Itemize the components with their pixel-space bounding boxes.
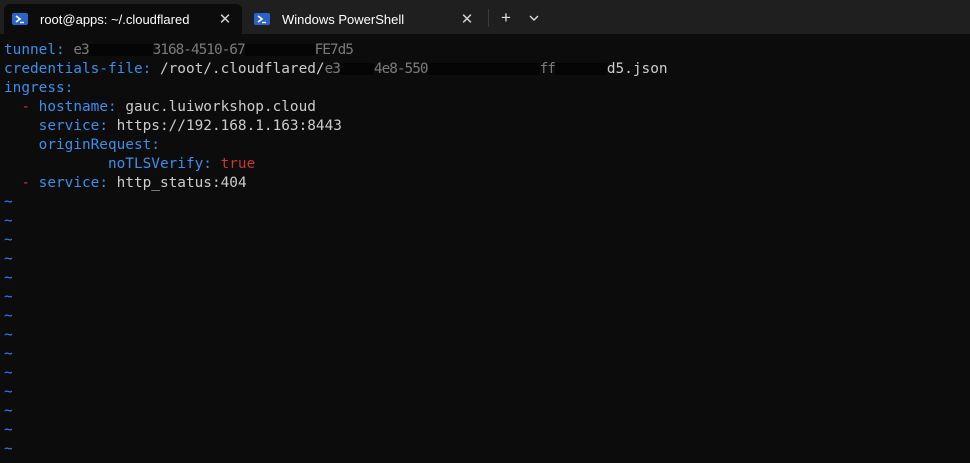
redaction-mark (339, 63, 374, 75)
line-tunnel: tunnel: e3 3168-4510-67 FE7d5 (4, 42, 354, 58)
empty-line-tilde: ~ (4, 232, 13, 248)
empty-line-tilde: ~ (4, 213, 13, 229)
empty-line-tilde: ~ (4, 403, 13, 419)
powershell-icon (254, 13, 270, 25)
line-ingress: ingress: (4, 80, 74, 96)
tab-divider (488, 9, 489, 27)
tab-root-cloudflared[interactable]: root@apps: ~/.cloudflared ✕ (4, 4, 242, 34)
service-key: service (38, 175, 100, 191)
empty-line-tilde: ~ (4, 422, 13, 438)
tunnel-id-fragment: e3 (73, 42, 89, 58)
notlsverify-key: noTLSVerify (107, 156, 204, 172)
origin-request-key: originRequest (38, 137, 152, 153)
credentials-fragment: 4e8-550 (373, 61, 429, 77)
service-value: http_status:404 (116, 175, 247, 191)
empty-line-tilde: ~ (4, 441, 13, 457)
hostname-value: gauc.luiworkshop.cloud (125, 99, 316, 115)
service-value: https://192.168.1.163:8443 (116, 118, 342, 134)
hostname-key: hostname (38, 99, 108, 115)
empty-line-tilde: ~ (4, 289, 13, 305)
close-icon[interactable]: ✕ (214, 8, 236, 30)
powershell-icon (12, 13, 28, 25)
close-icon[interactable]: ✕ (456, 8, 478, 30)
line-origin-request: originRequest: (38, 137, 160, 153)
credentials-fragment: e3 (324, 61, 341, 77)
empty-line-tilde: ~ (4, 346, 13, 362)
credentials-fragment: d5.json (606, 61, 668, 77)
empty-line-tilde: ~ (4, 327, 13, 343)
terminal-editor[interactable]: tunnel: e3 3168-4510-67 FE7d5 credentials-… (4, 41, 970, 459)
tab-title: Windows PowerShell (282, 11, 405, 27)
ingress-key: ingress (4, 80, 65, 96)
tunnel-id-fragment: 3168-4510-67 (152, 42, 246, 58)
tunnel-id-fragment: FE7d5 (314, 42, 354, 58)
empty-line-tilde: ~ (4, 270, 13, 286)
tunnel-key: tunnel (4, 42, 56, 58)
empty-line-tilde: ~ (4, 384, 13, 400)
tab-windows-powershell[interactable]: Windows PowerShell ✕ (246, 4, 484, 34)
redaction-mark (88, 44, 153, 56)
line-service: service: https://192.168.1.163:8443 (38, 118, 342, 134)
list-dash: - (21, 99, 30, 115)
line-credentials: credentials-file: /root/.cloudflared/e3 4… (4, 61, 668, 77)
line-notlsverify: noTLSVerify: true (107, 156, 256, 172)
empty-line-tilde: ~ (4, 365, 13, 381)
line-hostname: - hostname: gauc.luiworkshop.cloud (21, 99, 316, 115)
empty-line-tilde: ~ (4, 194, 13, 210)
empty-line-tilde: ~ (4, 251, 13, 267)
redaction-mark (427, 63, 540, 75)
redaction-mark (554, 63, 607, 75)
tab-dropdown-button[interactable] (521, 6, 547, 30)
list-dash: - (21, 175, 30, 191)
tab-title: root@apps: ~/.cloudflared (40, 11, 190, 27)
credentials-key: credentials-file (4, 61, 143, 77)
service-key: service (38, 118, 100, 134)
credentials-prefix: /root/.cloudflared/ (159, 61, 325, 77)
credentials-fragment: ff (539, 61, 556, 77)
new-tab-button[interactable]: + (493, 6, 519, 30)
tab-bar: root@apps: ~/.cloudflared ✕ Windows Powe… (0, 0, 970, 34)
redaction-mark (244, 44, 315, 56)
chevron-down-icon (529, 15, 539, 21)
line-service-fallback: - service: http_status:404 (21, 175, 247, 191)
empty-line-tilde: ~ (4, 308, 13, 324)
notlsverify-value: true (220, 156, 256, 172)
